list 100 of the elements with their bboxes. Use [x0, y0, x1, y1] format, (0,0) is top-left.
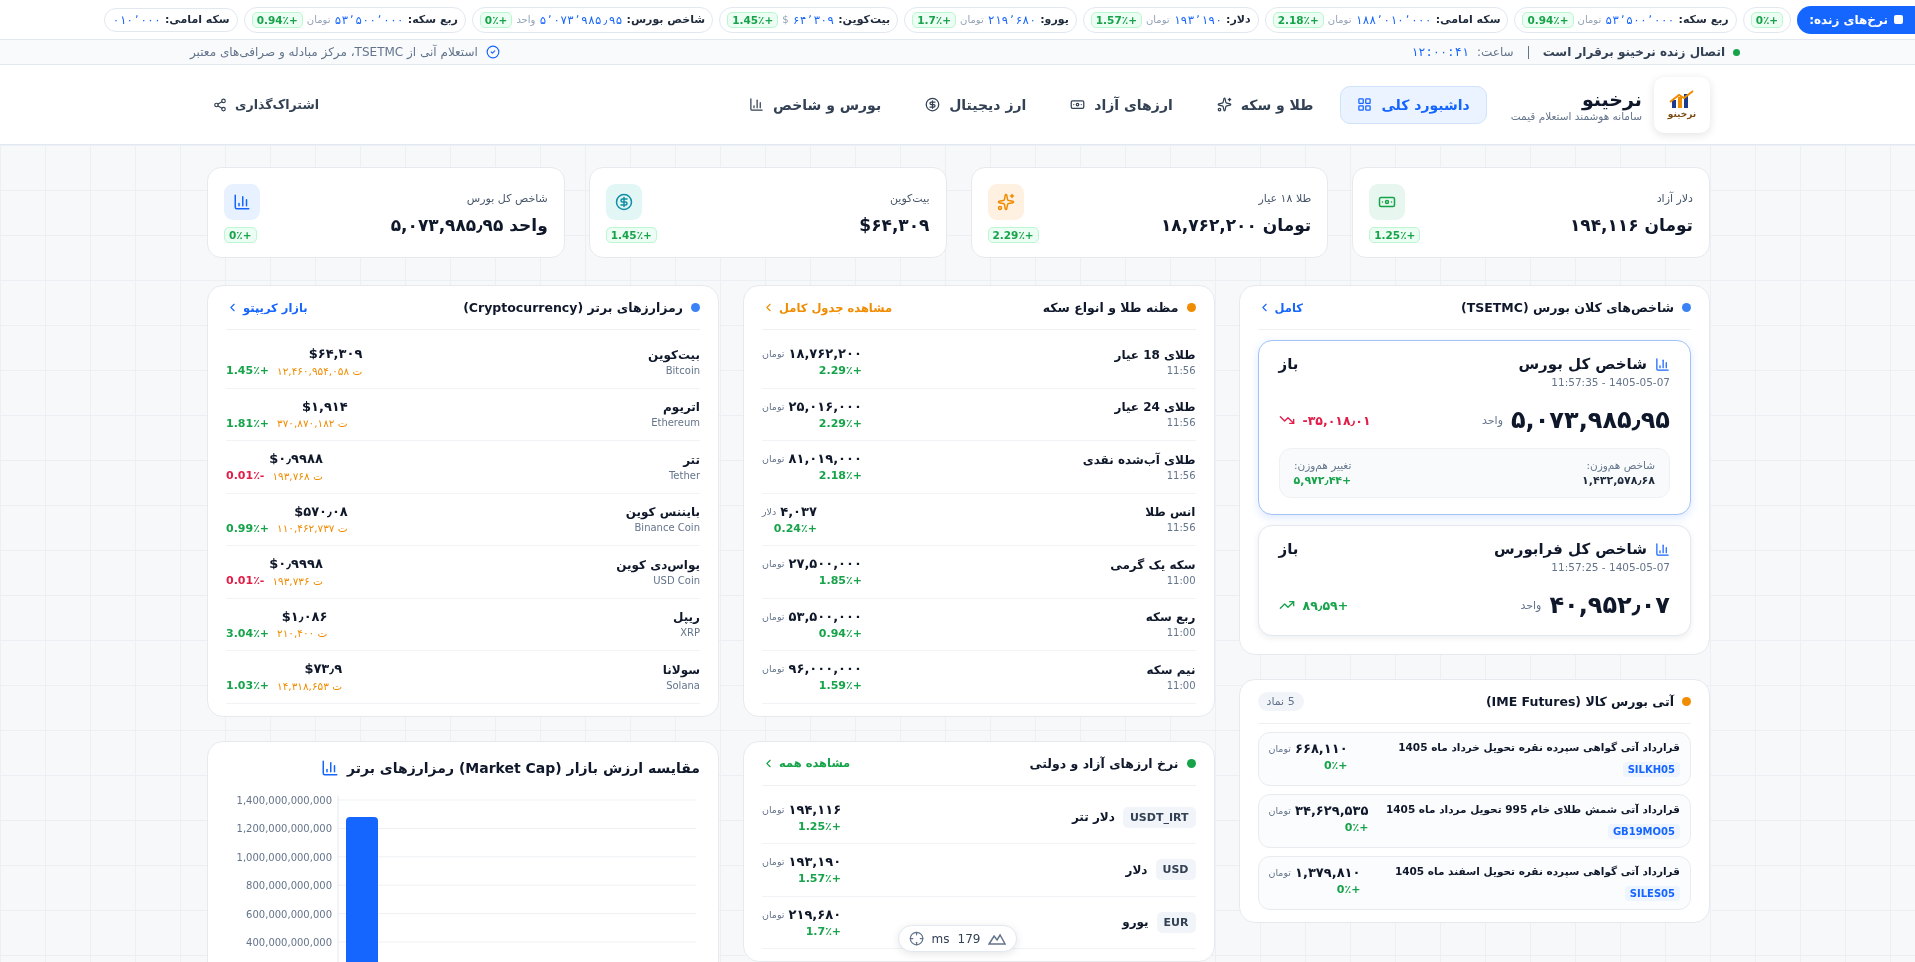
unit-label: تومان [762, 856, 785, 868]
ticker-label: ربع سکه: [407, 13, 458, 26]
axis-tick-label: 800,000,000,000 [246, 879, 332, 891]
unit-label: دلار [762, 505, 777, 517]
ticker-label: بیت‌کوین: [838, 13, 891, 26]
currency-name: یورو [1122, 915, 1149, 930]
nav-tab[interactable]: داشبورد کلی [1340, 85, 1487, 124]
price-value: ۴,۰۳۷ [780, 503, 817, 519]
change-badge: 2.18٪+ [1272, 11, 1324, 28]
unit-label: واحد [1482, 413, 1503, 427]
change-value: 1.7٪+ [805, 924, 842, 938]
price-value: ۱۹۴,۱۱۶ [788, 801, 842, 817]
stat-label: طلا ۱۸ عیار [1257, 192, 1312, 205]
index-name: شاخص کل بورس [1518, 355, 1647, 373]
ticker-label: سکه امامی: [164, 13, 230, 26]
ticker-value: ۱۹۳٬۱۹۰ [1173, 12, 1223, 27]
coin-name: تتر [683, 452, 700, 467]
ticker-label: دلار: [1226, 13, 1251, 26]
price-value: ۱,۳۷۹,۸۱۰ [1295, 865, 1361, 880]
ticker-unit: واحد [516, 14, 536, 25]
full-view-link[interactable]: کامل [1257, 300, 1303, 315]
count-badge: 5 نماد [1257, 692, 1304, 711]
share-button[interactable]: اشتراک‌گذاری [207, 96, 325, 113]
change-value: 0.99٪+ [226, 521, 270, 535]
currency-code: EUR [1156, 911, 1196, 933]
grid-icon [1357, 97, 1373, 112]
change-badge: 2.29٪+ [987, 227, 1039, 243]
online-dot [1733, 48, 1740, 56]
update-time: 11:56 [1166, 364, 1196, 376]
check-circle-icon [485, 45, 500, 59]
panel-dot [1186, 303, 1196, 312]
price-value: ۲۱۹,۶۸۰ [788, 906, 842, 922]
ticker-unit: تومان [306, 14, 331, 25]
ticker-value: ۵٬۰۷۳٬۹۸۵٫۹۵ [539, 12, 623, 27]
sparkles-icon [1216, 97, 1232, 112]
coin-english-name: Solana [666, 679, 700, 691]
crosshair-icon[interactable] [908, 931, 924, 946]
stat-value: ۵,۰۷۳,۹۸۵٫۹۵ واحد [390, 215, 548, 235]
unit-label: تومان [762, 558, 785, 570]
unit-label: تومان [762, 663, 785, 675]
currency-name: دلار [1125, 862, 1148, 877]
change-value: 1.45٪+ [226, 364, 270, 378]
stat-label: دلار آزاد [1655, 192, 1693, 205]
item-name: ربع سکه [1145, 610, 1196, 625]
nav-tab[interactable]: ارزهای آزاد [1053, 85, 1190, 124]
dollar-coin-icon [925, 97, 941, 112]
mountain-icon[interactable] [988, 932, 1007, 945]
ticker-value: ۰۱۰٬۰۰۰ [112, 12, 161, 27]
unit-label: تومان [1268, 867, 1291, 878]
coin-english-name: USD Coin [653, 574, 700, 586]
crypto-market-link[interactable]: بازار کریپتو [226, 300, 308, 315]
bar-chart-icon [233, 193, 251, 211]
index-change: -۳۵,۰۱۸٫۰۱ [1302, 412, 1371, 428]
currency-code: USDT_IRT [1122, 806, 1196, 828]
price-value: $۶۴,۳۰۹ [308, 346, 363, 362]
ticker-label: ربع سکه: [1678, 13, 1729, 26]
price-value: $۱٫۰۸۶ [281, 608, 328, 624]
nav-tab[interactable]: طلا و سکه [1199, 85, 1331, 124]
brand-logo[interactable]: نرخینو [1654, 76, 1710, 133]
axis-tick-label: 600,000,000,000 [246, 908, 332, 920]
price-value: ۲۷,۵۰۰,۰۰۰ [788, 556, 862, 572]
price-value: $۰٫۹۹۹۸ [269, 556, 323, 572]
share-icon [213, 97, 227, 112]
change-badge: 0.94٪+ [1522, 11, 1574, 28]
change-value: 2.29٪+ [818, 364, 862, 378]
ticker-unit: $ [782, 14, 789, 25]
coin-name: یواس‌دی کوین [616, 557, 700, 572]
nav-tab[interactable]: بورس و شاخص [732, 85, 899, 124]
market-status: باز [1278, 540, 1299, 558]
change-value: 3.04٪+ [226, 626, 270, 640]
change-value: 0.24٪+ [773, 521, 817, 535]
axis-tick-label: 1,000,000,000,000 [236, 851, 332, 863]
toman-value: ۲۱۰,۴۰۰ ت [277, 627, 328, 640]
coin-english-name: Binance Coin [634, 522, 700, 534]
clock-time: ۱۲:۰۰:۴۱ [1411, 45, 1469, 59]
change-value: 1.03٪+ [226, 679, 270, 693]
panel-title: رمزارزهای برتر (Cryptocurrency) [463, 300, 683, 315]
nav-tab[interactable]: ارز دیجیتال [908, 85, 1044, 124]
index-value: ۵,۰۷۳,۹۸۵٫۹۵ [1510, 406, 1670, 434]
contract-code: SILKH05 [1622, 762, 1680, 777]
ticker-value: ۵۳٬۵۰۰٬۰۰۰ [334, 12, 404, 27]
panel-dot [1682, 697, 1691, 706]
bar-chart-icon [321, 758, 340, 777]
price-value: ۱۸,۷۶۲,۲۰۰ [788, 346, 862, 362]
price-value: $۷۳٫۹ [304, 661, 343, 677]
update-time: 11:00 [1166, 627, 1196, 639]
coin-name: اتریوم [663, 400, 700, 415]
unit-label: تومان [762, 400, 785, 412]
price-value: ۲۵,۰۱۶,۰۰۰ [788, 398, 862, 414]
index-timestamp: 11:57:25 - 1405-05-07 [1551, 561, 1670, 573]
unit-label: تومان [1268, 805, 1291, 816]
change-value: 1.85٪+ [818, 574, 862, 588]
change-value: 0.01٪- [226, 574, 265, 588]
stat-label: بیت‌کوین [888, 192, 930, 205]
update-time: 11:00 [1166, 574, 1196, 586]
ticker-unit: تومان [1145, 14, 1170, 25]
axis-tick-label: 400,000,000,000 [246, 936, 332, 948]
chart-logo-icon [1669, 90, 1695, 108]
index-value: ۴۰,۹۵۲٫۰۷ [1549, 591, 1670, 619]
contract-name: قرارداد آتی گواهی سپرده نقره تحویل اسفند ماه 1405 [1394, 865, 1680, 877]
